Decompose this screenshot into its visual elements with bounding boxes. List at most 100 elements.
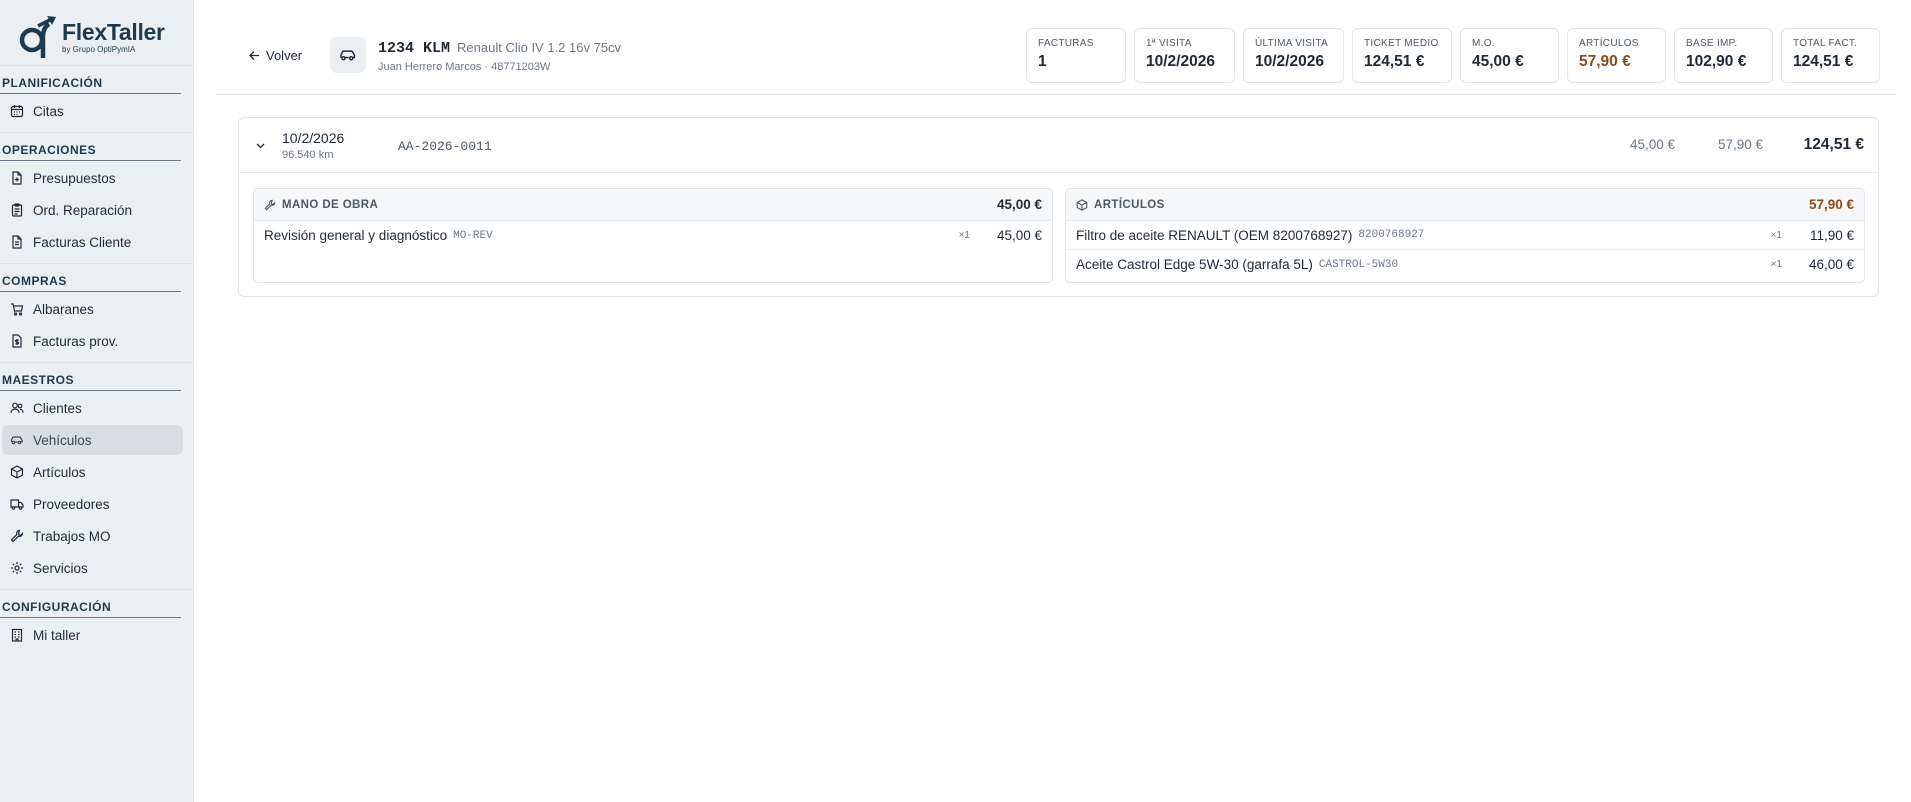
list-item: Filtro de aceite RENAULT (OEM 8200768927… <box>1066 221 1864 250</box>
sidebar-item-label: Mi taller <box>33 627 81 643</box>
section-title: MAESTROS <box>0 373 181 391</box>
line-code: CASTROL-5W30 <box>1318 258 1399 271</box>
kpi-label: FACTURAS <box>1038 38 1094 49</box>
back-button[interactable]: Volver <box>248 48 302 63</box>
kpi-row: FACTURAS 1 1ª VISITA 10/2/2026 ÚLTIMA VI… <box>1026 28 1880 83</box>
sidebar-item-label: Clientes <box>33 400 82 416</box>
clipboard-icon <box>11 203 23 217</box>
kpi-value: 124,51 € <box>1364 53 1425 70</box>
sidebar-item-presupuestos[interactable]: Presupuestos <box>2 163 183 193</box>
brand[interactable]: FlexTaller by Grupo OptiPymIA <box>0 0 193 66</box>
labor-panel-title: MANO DE OBRA <box>282 198 379 211</box>
sidebar-item-mi-taller[interactable]: Mi taller <box>2 620 183 650</box>
kpi-label: ARTÍCULOS <box>1579 38 1639 49</box>
kpi-facturas: FACTURAS 1 <box>1026 28 1126 83</box>
sidebar-item-citas[interactable]: Citas <box>2 96 183 126</box>
invoice-mo-total: 45,00 € <box>1629 137 1675 152</box>
vehicle-header: Volver 1234 KLM Renault Clio IV 1.2 16v … <box>216 0 1896 95</box>
list-item: Aceite Castrol Edge 5W-30 (garrafa 5L) C… <box>1066 250 1864 279</box>
brand-subtitle: by Grupo OptiPymIA <box>62 44 136 54</box>
sidebar-item-label: Vehículos <box>33 432 92 448</box>
kpi-primera-visita: 1ª VISITA 10/2/2026 <box>1134 28 1235 83</box>
invoice-art-total: 57,90 € <box>1717 137 1763 152</box>
section-title: CONFIGURACIÓN <box>0 600 181 618</box>
section-title: COMPRAS <box>0 274 181 292</box>
line-quantity: ×1 <box>1770 229 1782 241</box>
sidebar-item-ord-reparacion[interactable]: Ord. Reparación <box>2 195 183 225</box>
gear-icon <box>11 562 23 574</box>
section-title: PLANIFICACIÓN <box>0 76 181 94</box>
box-icon <box>10 465 24 479</box>
kpi-ultima-visita: ÚLTIMA VISITA 10/2/2026 <box>1243 28 1344 83</box>
sidebar-item-articulos[interactable]: Artículos <box>2 457 183 487</box>
sidebar-item-vehiculos[interactable]: Vehículos <box>2 425 183 455</box>
line-description: Revisión general y diagnóstico <box>264 228 448 243</box>
section-title: OPERACIONES <box>0 143 181 161</box>
kpi-label: BASE IMP. <box>1686 38 1738 49</box>
sidebar-item-clientes[interactable]: Clientes <box>2 393 183 423</box>
nav-section-maestros: MAESTROS Clientes Vehículos Artículos Pr… <box>0 362 193 583</box>
parts-panel-header: ARTÍCULOS 57,90 € <box>1066 189 1864 221</box>
cart-icon <box>11 303 24 316</box>
kpi-articulos: ARTÍCULOS 57,90 € <box>1567 28 1666 83</box>
invoice-header-row[interactable]: 10/2/2026 96.540 km AA-2026-0011 45,00 €… <box>239 118 1878 173</box>
line-description: Aceite Castrol Edge 5W-30 (garrafa 5L) <box>1076 257 1313 272</box>
back-button-label: Volver <box>266 48 303 63</box>
list-item: Revisión general y diagnóstico MO-REV ×1… <box>254 221 1052 250</box>
line-price: 11,90 € <box>1809 227 1854 243</box>
kpi-value: 10/2/2026 <box>1146 53 1215 70</box>
kpi-total-facturado: TOTAL FACT. 124,51 € <box>1781 28 1880 83</box>
labor-panel-header: MANO DE OBRA 45,00 € <box>254 189 1052 221</box>
kpi-value: 45,00 € <box>1472 53 1524 70</box>
kpi-mano-obra: M.O. 45,00 € <box>1460 28 1559 83</box>
kpi-label: TOTAL FACT. <box>1793 38 1858 49</box>
kpi-value: 10/2/2026 <box>1255 53 1324 70</box>
chevron-down-icon[interactable] <box>255 140 266 151</box>
nav-section-operaciones: OPERACIONES Presupuestos Ord. Reparación… <box>0 132 193 257</box>
sidebar-item-facturas-prov[interactable]: Facturas prov. <box>2 326 183 356</box>
kpi-value: 1 <box>1038 53 1047 70</box>
line-code: 8200768927 <box>1358 229 1425 241</box>
sidebar-item-label: Albaranes <box>33 301 94 317</box>
kpi-value: 102,90 € <box>1686 53 1747 70</box>
sidebar-item-label: Proveedores <box>33 496 110 512</box>
sidebar-item-label: Citas <box>33 103 64 119</box>
document-plus-icon <box>12 171 22 185</box>
sidebar-item-label: Artículos <box>33 464 86 480</box>
kpi-base-imponible: BASE IMP. 102,90 € <box>1674 28 1773 83</box>
car-icon <box>10 436 23 445</box>
kpi-label: TICKET MEDIO <box>1364 38 1439 49</box>
box-icon <box>1076 198 1088 211</box>
wrench-icon <box>10 529 24 543</box>
sidebar: FlexTaller by Grupo OptiPymIA PLANIFICAC… <box>0 0 194 802</box>
sidebar-item-label: Trabajos MO <box>33 528 111 544</box>
brand-name: FlexTaller <box>62 18 165 45</box>
invoice-dollar-icon <box>12 334 22 348</box>
arrow-left-icon <box>249 51 259 60</box>
invoice-total: 124,51 € <box>1803 136 1864 153</box>
invoice-date: 10/2/2026 <box>282 130 345 146</box>
nav-section-planificacion: PLANIFICACIÓN Citas <box>0 66 193 126</box>
kpi-value: 124,51 € <box>1793 53 1854 70</box>
building-icon <box>11 628 23 642</box>
nav-section-compras: COMPRAS Albaranes Facturas prov. <box>0 263 193 356</box>
document-icon <box>12 235 22 249</box>
invoice-card: 10/2/2026 96.540 km AA-2026-0011 45,00 €… <box>238 117 1879 297</box>
car-icon <box>340 50 356 61</box>
kpi-label: ÚLTIMA VISITA <box>1255 38 1328 49</box>
sidebar-item-albaranes[interactable]: Albaranes <box>2 294 183 324</box>
brand-logo-icon <box>19 15 56 58</box>
sidebar-item-label: Facturas prov. <box>33 333 119 349</box>
invoice-km: 96.540 km <box>282 149 334 161</box>
sidebar-item-label: Facturas Cliente <box>33 234 132 250</box>
kpi-ticket-medio: TICKET MEDIO 124,51 € <box>1352 28 1452 83</box>
labor-panel-total: 45,00 € <box>996 197 1042 212</box>
sidebar-item-proveedores[interactable]: Proveedores <box>2 489 183 519</box>
sidebar-item-label: Presupuestos <box>33 170 116 186</box>
line-quantity: ×1 <box>958 230 970 241</box>
sidebar-item-servicios[interactable]: Servicios <box>2 553 183 583</box>
sidebar-item-trabajos-mo[interactable]: Trabajos MO <box>2 521 183 551</box>
sidebar-item-facturas-cliente[interactable]: Facturas Cliente <box>2 227 183 257</box>
invoice-number: AA-2026-0011 <box>398 139 492 154</box>
line-quantity: ×1 <box>1770 259 1782 270</box>
